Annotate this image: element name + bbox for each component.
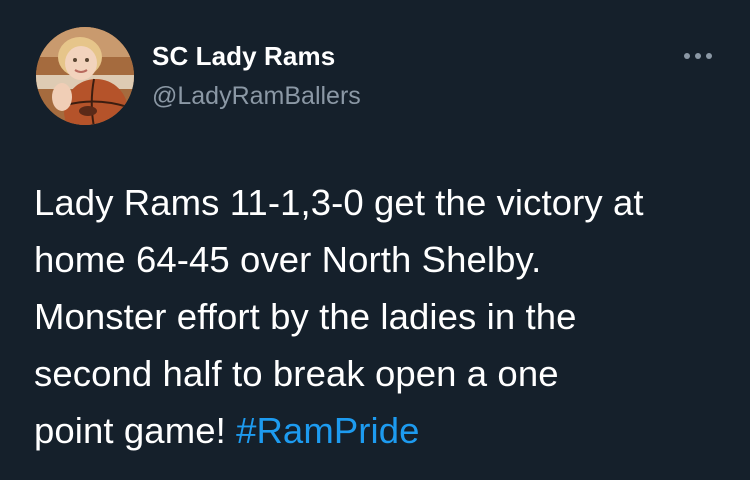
tweet-text-fragment: point game! <box>34 410 237 451</box>
more-options-button[interactable] <box>680 44 716 68</box>
avatar[interactable] <box>36 27 134 125</box>
tweet-text-line: Monster effort by the ladies in the <box>34 296 577 337</box>
avatar-photo-icon <box>36 27 134 125</box>
tweet-card: SC Lady Rams @LadyRamBallers Lady Rams 1… <box>0 0 750 480</box>
hashtag-link[interactable]: #RamPride <box>236 410 419 451</box>
tweet-text: Lady Rams 11-1,3-0 get the victory at ho… <box>34 174 734 459</box>
author-display-name[interactable]: SC Lady Rams <box>152 41 335 72</box>
tweet-text-line-last: point game! #RamPride <box>34 402 734 459</box>
tweet-text-line: second half to break open a one <box>34 353 559 394</box>
more-horizontal-icon <box>684 53 712 59</box>
tweet-text-line: Lady Rams 11-1,3-0 get the victory at <box>34 182 644 223</box>
author-handle[interactable]: @LadyRamBallers <box>152 82 361 111</box>
tweet-text-line: home 64-45 over North Shelby. <box>34 239 542 280</box>
